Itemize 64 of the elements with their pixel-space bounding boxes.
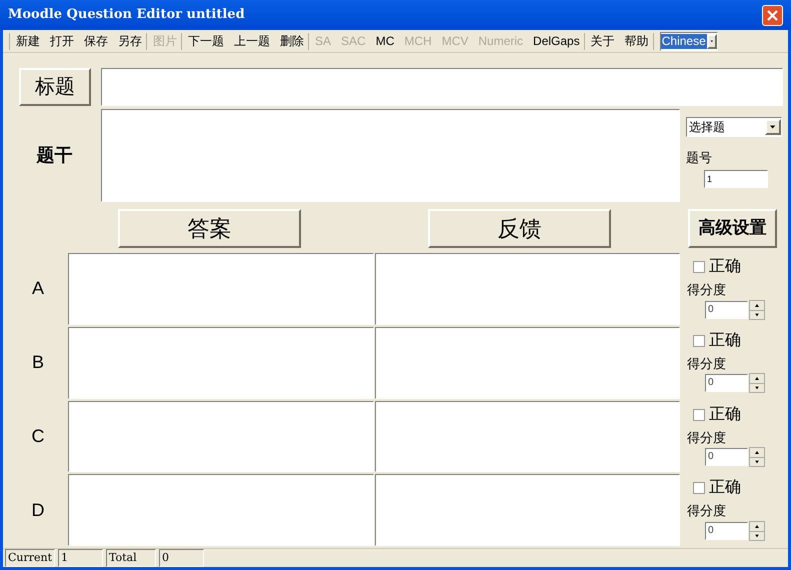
toolbar-button[interactable]: 打开 [50, 32, 74, 50]
toolbar-button[interactable]: 上一题 [234, 32, 270, 50]
feedback-field[interactable] [375, 253, 680, 325]
toolbar-button[interactable]: 帮助 [624, 32, 649, 50]
feedback-field[interactable] [375, 400, 680, 472]
feedback-field[interactable] [375, 474, 680, 546]
answer-field[interactable] [68, 400, 374, 472]
option-letter: C [32, 424, 44, 448]
score-label: 得分度 [687, 502, 727, 520]
toolbar-button[interactable]: 另存 [118, 32, 142, 50]
spin-buttons[interactable] [749, 447, 765, 467]
checkbox[interactable] [693, 408, 705, 420]
correct-label: 正确 [709, 478, 741, 498]
status-label: Total [106, 549, 156, 567]
answer-field[interactable] [68, 326, 374, 398]
toolbar-button[interactable]: 新建 [16, 32, 40, 50]
answer-button[interactable]: 答案 [118, 208, 301, 248]
score-label: 得分度 [687, 354, 727, 373]
score-label: 得分度 [687, 428, 727, 446]
correct-label: 正确 [709, 257, 741, 277]
spin-buttons[interactable] [749, 300, 765, 320]
down-arrow-icon [750, 530, 764, 540]
number-field[interactable]: 1 [704, 170, 768, 188]
option-letter: A [32, 277, 44, 300]
spin-buttons[interactable] [749, 373, 765, 394]
status-value: 1 [58, 549, 103, 567]
checkbox[interactable] [693, 334, 705, 347]
stem-label: 题干 [36, 144, 72, 167]
title-button[interactable]: 标题 [19, 68, 91, 106]
checkbox[interactable] [693, 482, 705, 494]
score-field[interactable]: 0 [705, 448, 748, 466]
title-field[interactable] [101, 68, 783, 106]
spin-buttons[interactable] [749, 520, 765, 541]
status-value: 0 [159, 549, 204, 567]
toolbar-button[interactable]: 删除 [280, 32, 304, 50]
answer-field[interactable] [68, 253, 374, 325]
down-arrow-icon [750, 457, 764, 466]
answer-field[interactable] [68, 474, 374, 546]
toolbar-button[interactable]: 关于 [590, 32, 615, 50]
close-button[interactable] [762, 4, 783, 26]
score-field[interactable]: 0 [705, 300, 748, 318]
score-field[interactable]: 0 [705, 522, 748, 540]
toolbar-button[interactable]: MC [376, 32, 394, 50]
correct-label: 正确 [709, 404, 741, 424]
toolbar-button[interactable]: 保存 [84, 32, 108, 50]
checkbox[interactable] [693, 261, 705, 273]
stem-field[interactable] [101, 109, 680, 202]
window-title: Moodle Question Editor untitled [8, 6, 245, 24]
down-arrow-icon [750, 310, 764, 318]
feedback-field[interactable] [375, 326, 680, 398]
advanced-settings-button[interactable]: 高级设置 [688, 208, 777, 248]
score-field[interactable]: 0 [705, 374, 748, 392]
language-dropdown[interactable]: Chinese [660, 32, 718, 50]
status-label: Current [5, 549, 55, 567]
correct-label: 正确 [709, 330, 741, 351]
option-letter: D [32, 498, 44, 522]
toolbar-button[interactable]: 下一题 [188, 32, 224, 50]
number-label: 题号 [686, 149, 713, 167]
score-label: 得分度 [687, 281, 727, 299]
toolbar-button[interactable]: DelGaps [533, 32, 580, 50]
feedback-button[interactable]: 反馈 [428, 208, 611, 248]
option-letter: B [32, 351, 44, 374]
close-icon [767, 10, 778, 20]
type-dropdown[interactable]: 选择题 [686, 117, 782, 137]
